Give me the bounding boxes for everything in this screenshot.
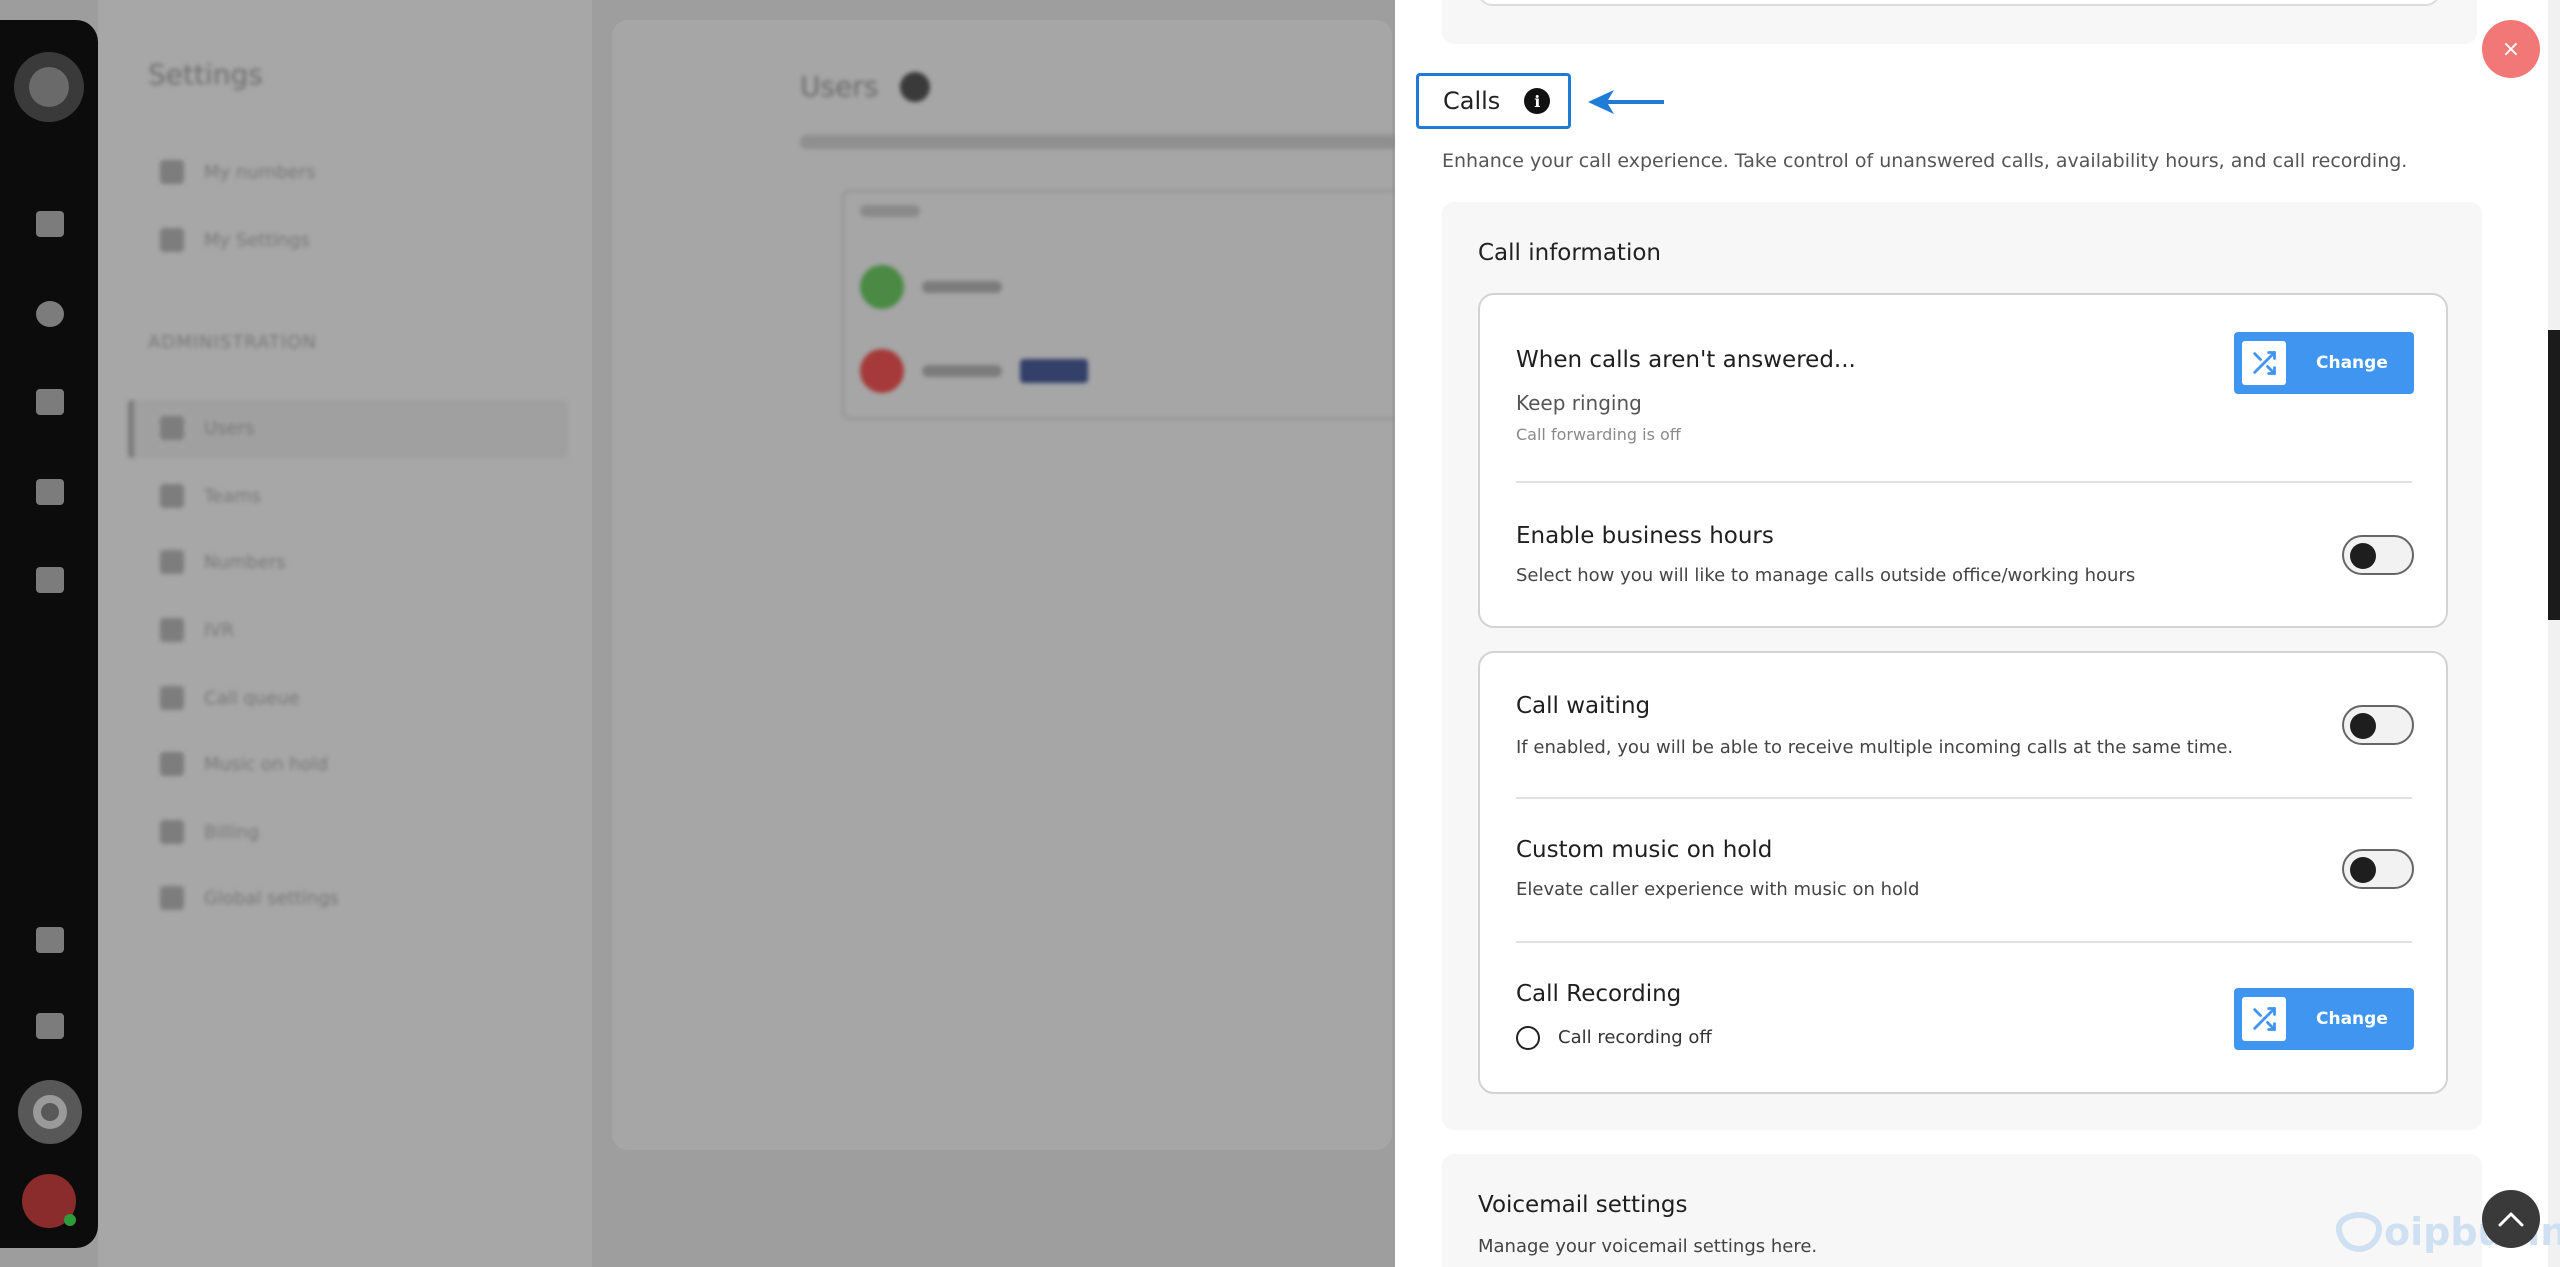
table-row: [860, 262, 1400, 312]
call-recording-radio[interactable]: [1516, 1026, 1540, 1050]
user-name: [922, 281, 1002, 293]
chevron-up-icon: [2498, 1212, 2524, 1227]
drawer-scrollbar-thumb[interactable]: [2548, 330, 2560, 620]
nav-item-music-on-hold: Music on hold: [160, 752, 328, 776]
unanswered-calls-title: When calls aren't answered...: [1516, 347, 1856, 373]
table-row: [860, 346, 1400, 396]
unanswered-calls-value: Keep ringing: [1516, 391, 1642, 415]
settings-title: Settings: [148, 58, 263, 91]
nav-item-global-settings: Global settings: [160, 886, 339, 910]
change-button-label: Change: [2316, 353, 2388, 373]
app-rail: [0, 20, 98, 1248]
users-info-icon: [900, 72, 930, 102]
call-waiting-description: If enabled, you will be able to receive …: [1516, 737, 2234, 758]
divider: [1516, 941, 2412, 943]
brand-logo-icon: [2336, 1212, 2382, 1252]
call-forwarding-status: Call forwarding is off: [1516, 425, 1681, 444]
call-routing-card: When calls aren't answered... Keep ringi…: [1478, 293, 2448, 628]
calls-heading-box: Calls i: [1416, 73, 1571, 129]
call-waiting-title: Call waiting: [1516, 693, 1651, 719]
voicemail-description: Manage your voicemail settings here.: [1478, 1236, 1818, 1257]
call-information-title: Call information: [1478, 240, 1661, 266]
calls-heading: Calls: [1443, 87, 1501, 115]
app-logo-icon[interactable]: [14, 52, 84, 122]
divider: [1516, 481, 2412, 483]
dialer-icon[interactable]: [34, 1010, 66, 1042]
music-on-hold-description: Elevate caller experience with music on …: [1516, 879, 1920, 900]
user-name: [922, 365, 1002, 377]
avatar: [860, 265, 904, 309]
call-recording-title: Call Recording: [1516, 981, 1682, 1007]
nav-item-call-queue: Call queue: [160, 686, 300, 710]
scroll-to-top-button[interactable]: [2482, 1190, 2540, 1248]
business-hours-title: Enable business hours: [1516, 523, 1774, 549]
recording-change-button[interactable]: Change: [2234, 988, 2414, 1050]
shuffle-icon: [2242, 997, 2286, 1041]
pointer-arrow-icon: [1588, 90, 1664, 114]
music-on-hold-title: Custom music on hold: [1516, 837, 1773, 863]
previous-section-inner: [1478, 0, 2440, 6]
avatar: [860, 349, 904, 393]
divider: [1516, 797, 2412, 799]
administration-section-label: ADMINISTRATION: [148, 332, 317, 353]
unanswered-change-button[interactable]: Change: [2234, 332, 2414, 394]
user-avatar[interactable]: [22, 1174, 76, 1228]
nav-item-my-settings: My Settings: [160, 228, 310, 252]
call-recording-status: Call recording off: [1558, 1027, 1712, 1048]
stats-icon[interactable]: [34, 924, 66, 956]
voicemail-title: Voicemail settings: [1478, 1192, 1688, 1218]
nav-item-billing: Billing: [160, 820, 259, 844]
settings-gear-icon[interactable]: [18, 1080, 82, 1144]
megaphone-icon[interactable]: [34, 564, 66, 596]
drawer-scrollbar[interactable]: [2548, 0, 2560, 1267]
users-column-name: [860, 205, 920, 217]
nav-item-ivr: IVR: [160, 618, 234, 642]
business-hours-toggle[interactable]: [2342, 535, 2414, 575]
call-features-card: Call waiting If enabled, you will be abl…: [1478, 651, 2448, 1094]
previous-section-card: [1442, 0, 2477, 44]
nav-item-numbers: Numbers: [160, 550, 286, 574]
team-icon[interactable]: [34, 386, 66, 418]
shuffle-icon: [2242, 341, 2286, 385]
info-icon[interactable]: i: [1524, 88, 1551, 114]
close-icon: ×: [2501, 36, 2521, 62]
contacts-icon[interactable]: [34, 298, 66, 330]
owner-badge: [1020, 359, 1088, 383]
clipboard-icon[interactable]: [34, 476, 66, 508]
phone-icon[interactable]: [34, 208, 66, 240]
call-waiting-toggle[interactable]: [2342, 705, 2414, 745]
nav-item-my-numbers: My numbers: [160, 160, 316, 184]
users-subtitle: [800, 135, 1400, 149]
change-button-label: Change: [2316, 1009, 2388, 1029]
nav-item-teams: Teams: [160, 484, 261, 508]
business-hours-description: Select how you will like to manage calls…: [1516, 565, 2136, 586]
users-title: Users: [800, 70, 879, 103]
music-on-hold-toggle[interactable]: [2342, 849, 2414, 889]
nav-item-users: Users: [160, 416, 254, 440]
close-drawer-button[interactable]: ×: [2482, 20, 2540, 78]
calls-description: Enhance your call experience. Take contr…: [1442, 150, 2408, 172]
